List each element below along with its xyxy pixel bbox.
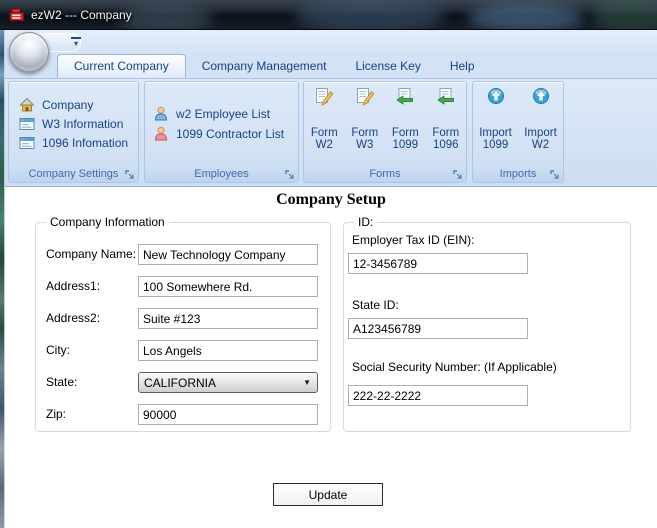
state-label: State: xyxy=(46,375,78,389)
form-edit-icon xyxy=(355,87,375,107)
state-id-label: State ID: xyxy=(352,298,399,312)
titlebar-glass-blob xyxy=(468,4,583,29)
company-information-groupbox: Company Information Company Name: Addres… xyxy=(35,215,331,432)
group-caption-strip: Employees xyxy=(145,166,298,182)
titlebar-glass-blob xyxy=(295,0,445,29)
ribbon-button-label-line1: Form xyxy=(391,127,419,139)
ein-label: Employer Tax ID (EIN): xyxy=(352,233,475,247)
ribbon-button-form-w3[interactable]: Form W3 xyxy=(345,87,386,166)
ribbon-button-label: w2 Employee List xyxy=(176,107,271,121)
form-edit-icon xyxy=(314,87,334,107)
ssn-label: Social Security Number: (If Applicable) xyxy=(352,360,557,374)
address2-input[interactable] xyxy=(138,308,318,329)
ribbon-button-form-w2[interactable]: Form W2 xyxy=(304,87,345,166)
ribbon-button-company[interactable]: Company xyxy=(19,95,128,114)
form-window-icon xyxy=(19,116,35,132)
group-caption: Imports xyxy=(499,168,537,180)
ssn-input[interactable] xyxy=(348,385,528,406)
ribbon-button-label-line1: Form xyxy=(351,127,379,139)
ribbon: ▾ Current Company Company Management Lic… xyxy=(5,30,657,187)
main-content: Company Setup Company Information Compan… xyxy=(5,187,657,528)
ribbon-button-label-line1: Form xyxy=(310,127,338,139)
ribbon-button-label-line2: W2 xyxy=(531,139,550,151)
ein-input[interactable] xyxy=(348,253,528,274)
ribbon-button-1096-information[interactable]: 1096 Infomation xyxy=(19,133,128,152)
ribbon-button-w2-employee-list[interactable]: w2 Employee List xyxy=(153,104,284,124)
window-title: ezW2 --- Company xyxy=(31,8,132,22)
group-caption-strip: Imports xyxy=(473,166,563,182)
import-up-icon xyxy=(532,87,550,107)
ribbon-button-label-line2: W2 xyxy=(315,139,333,151)
tab-help[interactable]: Help xyxy=(437,54,488,78)
address2-label: Address2: xyxy=(46,311,101,325)
window-titlebar: ezW2 --- Company xyxy=(0,0,657,30)
ribbon-button-label: Company xyxy=(42,97,94,112)
person-red-icon xyxy=(153,126,169,142)
titlebar-glass-blob xyxy=(118,6,213,29)
ribbon-button-label-line2: 1096 xyxy=(432,139,459,151)
ribbon-button-label-line2: W3 xyxy=(356,139,374,151)
group-caption: Forms xyxy=(369,168,401,180)
group-caption-strip: Forms xyxy=(304,166,466,182)
ribbon-button-label: 1096 Infomation xyxy=(42,135,129,150)
form-window-icon xyxy=(19,135,35,151)
group-caption: Employees xyxy=(194,168,249,180)
dialog-launcher-icon[interactable] xyxy=(125,169,135,179)
ribbon-tab-bar: Current Company Company Management Licen… xyxy=(5,54,657,78)
ribbon-group-imports: Import 1099 Import W2 Imports xyxy=(472,81,564,183)
quick-access-toolbar: ▾ xyxy=(5,30,657,54)
form-import-icon xyxy=(395,87,415,107)
zip-label: Zip: xyxy=(46,407,67,421)
company-name-input[interactable] xyxy=(138,244,318,265)
update-button[interactable]: Update xyxy=(273,483,383,506)
ribbon-button-label-line1: Import xyxy=(479,127,512,139)
chevron-down-icon: ▼ xyxy=(303,378,311,387)
tab-company-management[interactable]: Company Management xyxy=(189,54,340,78)
form-import-icon xyxy=(436,87,456,107)
ribbon-button-label-line2: 1099 xyxy=(392,139,419,151)
ribbon-button-import-w2[interactable]: Import W2 xyxy=(518,87,563,166)
ribbon-button-label-line1: Import xyxy=(524,127,557,139)
ribbon-button-label-line2: 1099 xyxy=(482,139,509,151)
company-information-groupbox-label: Company Information xyxy=(46,215,169,229)
tab-current-company[interactable]: Current Company xyxy=(57,54,186,78)
address1-label: Address1: xyxy=(46,279,101,293)
ribbon-button-import-1099[interactable]: Import 1099 xyxy=(473,87,518,166)
app-icon xyxy=(9,7,25,23)
dialog-launcher-icon[interactable] xyxy=(453,169,463,179)
zip-input[interactable] xyxy=(138,404,318,425)
house-icon xyxy=(19,97,35,113)
tab-license-key[interactable]: License Key xyxy=(342,54,433,78)
import-up-icon xyxy=(487,87,505,107)
ribbon-button-form-1096[interactable]: Form 1096 xyxy=(426,87,467,166)
state-select-value: CALIFORNIA xyxy=(144,375,217,390)
customize-quick-access-icon[interactable]: ▾ xyxy=(71,37,81,48)
id-groupbox-label: ID: xyxy=(354,215,378,229)
ribbon-button-label: 1099 Contractor List xyxy=(176,127,285,141)
page-title: Company Setup xyxy=(276,191,386,208)
company-name-label: Company Name: xyxy=(46,247,137,261)
ribbon-button-w3-information[interactable]: W3 Information xyxy=(19,114,128,133)
dialog-launcher-icon[interactable] xyxy=(285,169,295,179)
id-groupbox: ID: Employer Tax ID (EIN): State ID: Soc… xyxy=(343,215,631,432)
ribbon-group-company-settings: Company W3 Information 1096 Infomation C… xyxy=(8,81,139,183)
city-label: City: xyxy=(46,343,70,357)
ribbon-body: Company W3 Information 1096 Infomation C… xyxy=(5,78,657,187)
address1-input[interactable] xyxy=(138,276,318,297)
ribbon-button-form-1099[interactable]: Form 1099 xyxy=(385,87,426,166)
titlebar-glass-blob xyxy=(592,0,657,29)
group-caption: Company Settings xyxy=(28,168,119,180)
person-blue-icon xyxy=(153,106,169,122)
ribbon-group-forms: Form W2 Form W3 Form 1099 Form 1096 Form… xyxy=(303,81,467,183)
state-select[interactable]: CALIFORNIA ▼ xyxy=(138,372,318,393)
dialog-launcher-icon[interactable] xyxy=(550,169,560,179)
ribbon-button-1099-contractor-list[interactable]: 1099 Contractor List xyxy=(153,124,284,144)
ribbon-button-label-line1: Form xyxy=(432,127,460,139)
state-id-input[interactable] xyxy=(348,318,528,339)
city-input[interactable] xyxy=(138,340,318,361)
ribbon-button-label: W3 Information xyxy=(42,116,124,131)
ribbon-group-employees: w2 Employee List 1099 Contractor List Em… xyxy=(144,81,299,183)
application-menu-orb-button[interactable] xyxy=(9,32,49,72)
group-caption-strip: Company Settings xyxy=(9,166,138,182)
